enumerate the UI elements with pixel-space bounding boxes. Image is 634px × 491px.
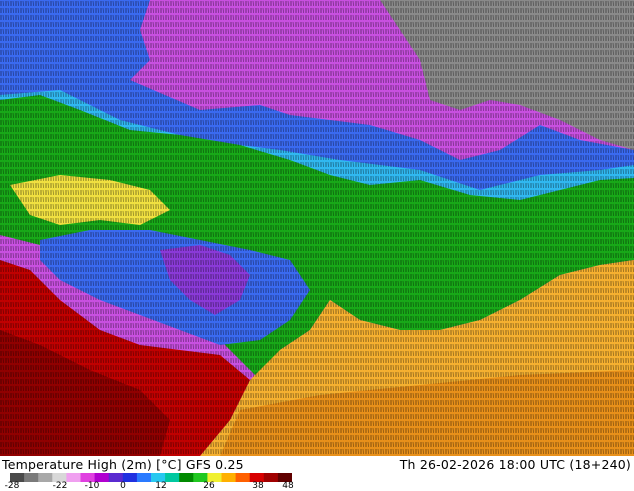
map-footer: Temperature High (2m) [°C] GFS 0.25 Th 2…	[0, 456, 634, 491]
legend-swatch	[165, 473, 180, 482]
legend-swatch	[179, 473, 194, 482]
legend-swatch	[263, 473, 279, 482]
legend-swatch	[38, 473, 53, 482]
valid-time: Th 26-02-2026 18:00 UTC (18+240)	[399, 457, 631, 472]
legend-swatch	[24, 473, 39, 482]
product-title: Temperature High (2m) [°C] GFS 0.25	[2, 457, 244, 472]
legend-swatch	[221, 473, 237, 482]
value-text-overlay	[0, 0, 634, 456]
legend-swatch	[66, 473, 81, 482]
legend-swatch	[235, 473, 251, 482]
legend-swatch	[136, 473, 152, 482]
temperature-map	[0, 0, 634, 456]
